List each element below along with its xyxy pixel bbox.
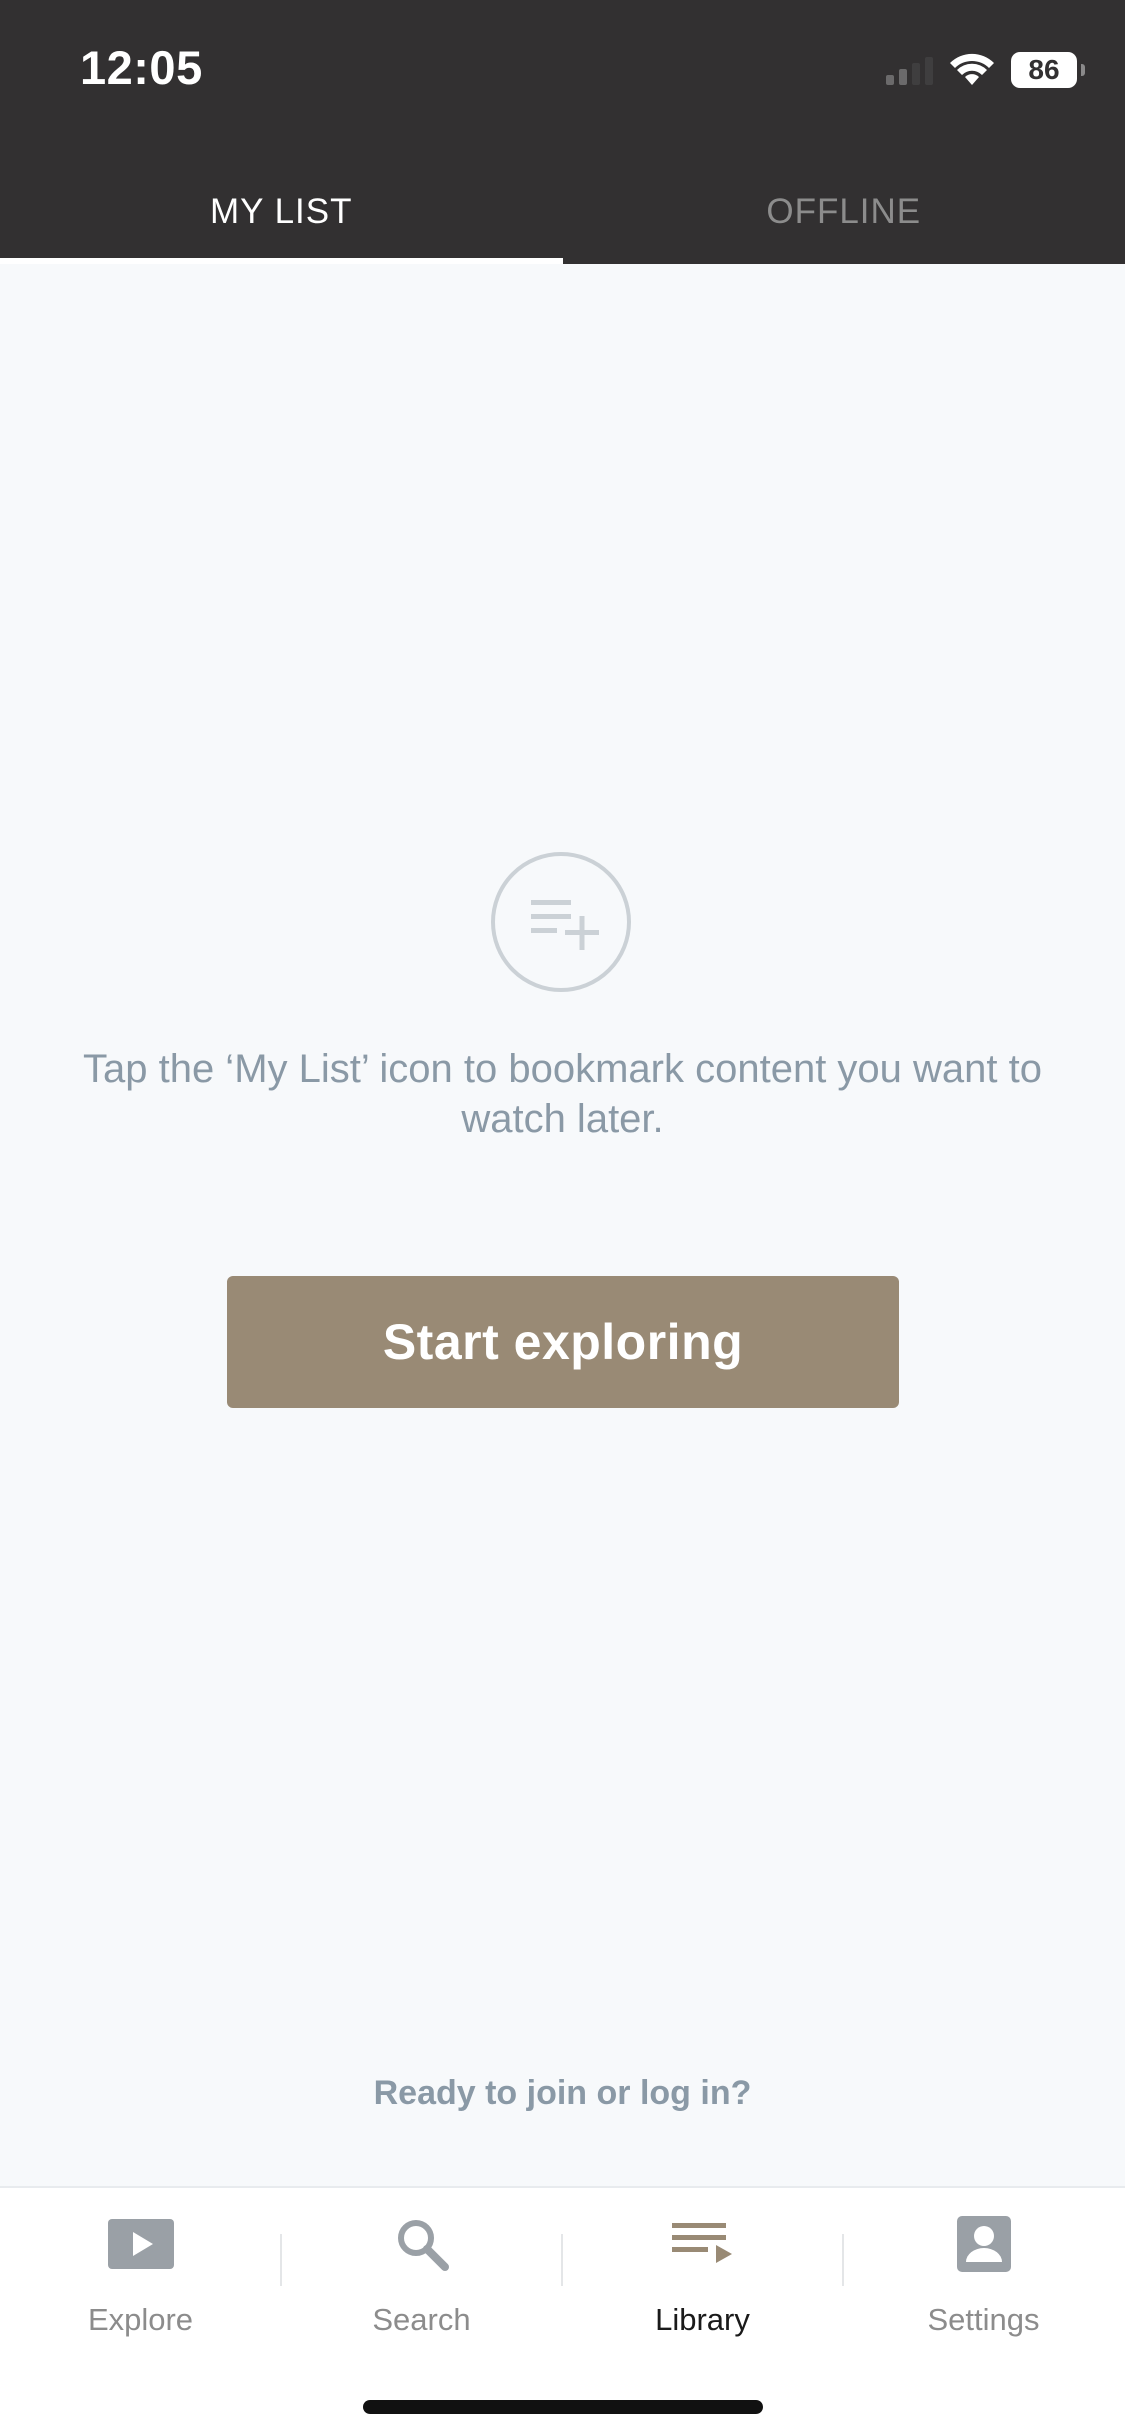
nav-search[interactable]: Search	[281, 2188, 562, 2348]
battery-level: 86	[1028, 54, 1060, 85]
status-indicators: 86	[886, 48, 1085, 92]
play-icon	[107, 2204, 174, 2284]
search-icon	[394, 2204, 450, 2284]
tab-label: MY LIST	[209, 192, 353, 231]
battery-icon: 86	[1011, 52, 1085, 88]
library-tabs: MY LIST OFFLINE	[0, 160, 1125, 264]
nav-label: Search	[372, 2302, 471, 2337]
cellular-signal-icon	[886, 55, 933, 85]
empty-state-message: Tap the ‘My List’ icon to bookmark conte…	[82, 1047, 1042, 1141]
nav-explore[interactable]: Explore	[0, 2188, 281, 2348]
nav-library[interactable]: Library	[562, 2188, 843, 2348]
status-time: 12:05	[80, 41, 203, 94]
nav-label: Library	[655, 2302, 750, 2337]
tab-offline[interactable]: OFFLINE	[563, 160, 1125, 264]
home-indicator[interactable]	[363, 2400, 763, 2414]
wifi-icon	[950, 53, 994, 85]
join-or-login-link[interactable]: Ready to join or log in?	[0, 2074, 1125, 2113]
start-exploring-button[interactable]: Start exploring	[227, 1276, 899, 1408]
bottom-navigation: Explore Search Library Settings	[0, 2186, 1125, 2436]
playlist-add-icon	[491, 852, 631, 992]
library-icon	[671, 2204, 734, 2284]
nav-settings[interactable]: Settings	[843, 2188, 1124, 2348]
nav-label: Explore	[87, 2302, 194, 2337]
app-header: 12:05 86 MY LIST OFFLINE	[0, 0, 1125, 264]
nav-label: Settings	[927, 2302, 1040, 2337]
tab-label: OFFLINE	[766, 192, 922, 231]
tab-my-list[interactable]: MY LIST	[0, 160, 563, 264]
account-icon	[956, 2204, 1011, 2284]
